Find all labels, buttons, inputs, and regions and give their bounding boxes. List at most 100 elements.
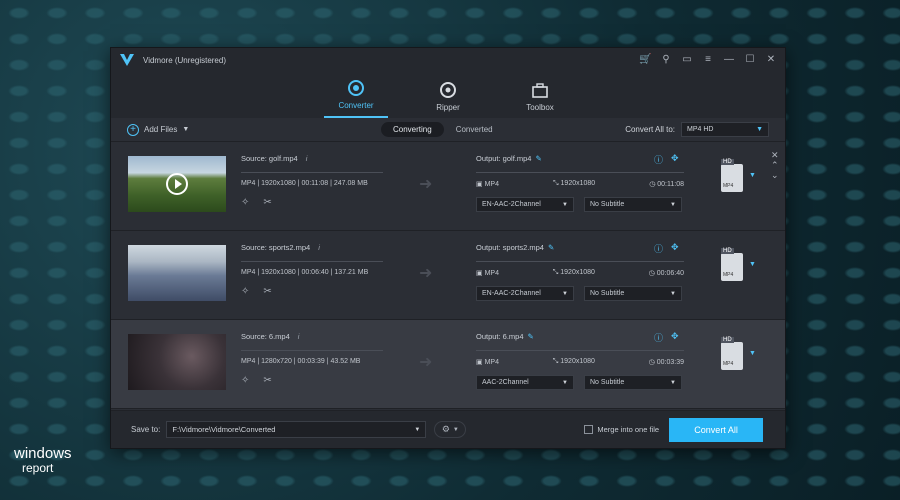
compress-icon[interactable]: ✥ bbox=[671, 153, 679, 166]
divider bbox=[241, 261, 383, 262]
edit-icon[interactable]: ✎ bbox=[528, 332, 534, 341]
format-badge-icon[interactable]: HD MP4 bbox=[721, 248, 743, 281]
source-name: Source: golf.mp4 i bbox=[241, 154, 307, 163]
subtitle-select[interactable]: No Subtitle ▼ bbox=[584, 197, 682, 212]
chevron-down-icon[interactable]: ▼ bbox=[749, 261, 756, 268]
convert-all-button[interactable]: Convert All bbox=[669, 417, 764, 442]
gear-icon: ⚙ bbox=[441, 424, 450, 434]
scissors-icon[interactable]: ✂ bbox=[263, 197, 271, 208]
magic-wand-icon[interactable]: ✧ bbox=[241, 375, 249, 386]
watermark-line1: windows bbox=[14, 445, 72, 462]
remove-icon[interactable]: ✕ bbox=[771, 150, 779, 160]
hd-label: HD bbox=[721, 159, 734, 165]
video-thumbnail[interactable] bbox=[128, 156, 226, 212]
arrow-right-icon: ➜ bbox=[419, 354, 433, 371]
info-circle-icon[interactable]: ⓘ bbox=[654, 242, 663, 255]
scissors-icon[interactable]: ✂ bbox=[263, 286, 271, 297]
chevron-down-icon[interactable]: ▼ bbox=[182, 126, 189, 133]
maximize-icon[interactable]: ☐ bbox=[744, 54, 756, 66]
add-files-label: Add Files bbox=[144, 125, 178, 134]
convert-all-format-value: MP4 HD bbox=[687, 126, 714, 133]
checkbox-icon[interactable] bbox=[584, 425, 594, 434]
convert-all-format-select[interactable]: MP4 HD ▼ bbox=[681, 122, 769, 137]
source-meta: MP4 | 1920x1080 | 00:06:40 | 137.21 MB bbox=[241, 269, 369, 276]
output-label: Output: sports2.mp4 bbox=[476, 243, 544, 252]
compress-icon[interactable]: ✥ bbox=[671, 331, 679, 344]
tab-ripper[interactable]: Ripper bbox=[416, 81, 480, 118]
format-value: MP4 bbox=[484, 270, 499, 277]
source-meta: MP4 | 1920x1080 | 00:11:08 | 247.08 MB bbox=[241, 180, 368, 187]
audio-track-value: AAC-2Channel bbox=[482, 379, 529, 386]
audio-track-select[interactable]: EN-AAC-2Channel ▼ bbox=[476, 286, 574, 301]
edit-icon[interactable]: ✎ bbox=[535, 154, 541, 163]
menu-icon[interactable]: ≡ bbox=[702, 54, 714, 66]
track-selectors: EN-AAC-2Channel ▼ No Subtitle ▼ bbox=[476, 286, 682, 301]
output-name: Output: golf.mp4 ✎ bbox=[476, 154, 542, 163]
key-icon[interactable]: ⚲ bbox=[660, 54, 672, 66]
hd-label: HD bbox=[721, 337, 734, 343]
output-name: Output: 6.mp4 ✎ bbox=[476, 332, 534, 341]
output-actions: ⓘ ✥ bbox=[654, 331, 679, 344]
close-icon[interactable]: ✕ bbox=[765, 54, 777, 66]
file-row[interactable]: Source: golf.mp4 i MP4 | 1920x1080 | 00:1… bbox=[111, 142, 785, 231]
duration-value: 00:03:39 bbox=[656, 359, 684, 366]
audio-track-value: EN-AAC-2Channel bbox=[482, 201, 541, 208]
save-path-select[interactable]: F:\Vidmore\Vidmore\Converted ▼ bbox=[166, 421, 427, 438]
watermark-line2: report bbox=[22, 461, 54, 475]
info-circle-icon[interactable]: ⓘ bbox=[654, 153, 663, 166]
compress-icon[interactable]: ✥ bbox=[671, 242, 679, 255]
chevron-down-icon[interactable]: ▼ bbox=[749, 350, 756, 357]
output-specs: ▣ MP4 ⤡ 1920x1080 ◷ 00:11:08 bbox=[476, 180, 684, 188]
magic-wand-icon[interactable]: ✧ bbox=[241, 286, 249, 297]
feedback-icon[interactable]: ▭ bbox=[681, 54, 693, 66]
main-nav: Converter Ripper Toolbox bbox=[111, 72, 785, 118]
info-circle-icon[interactable]: ⓘ bbox=[654, 331, 663, 344]
audio-track-select[interactable]: EN-AAC-2Channel ▼ bbox=[476, 197, 574, 212]
audio-track-value: EN-AAC-2Channel bbox=[482, 290, 541, 297]
converter-icon bbox=[348, 80, 364, 96]
play-icon[interactable] bbox=[166, 173, 188, 195]
toolbar: + Add Files ▼ Converting Converted Conve… bbox=[111, 118, 785, 142]
info-icon[interactable]: i bbox=[298, 332, 300, 341]
file-row[interactable]: Source: sports2.mp4 i MP4 | 1920x1080 | 0… bbox=[111, 231, 785, 320]
chevron-up-icon[interactable]: ⌃ bbox=[771, 160, 779, 170]
mp4-label: MP4 bbox=[723, 361, 734, 367]
chevron-down-icon[interactable]: ▼ bbox=[749, 172, 756, 179]
info-icon[interactable]: i bbox=[306, 154, 308, 163]
chevron-down-icon[interactable]: ⌄ bbox=[771, 170, 779, 180]
subtitle-value: No Subtitle bbox=[590, 290, 625, 297]
format-badge-icon[interactable]: HD MP4 bbox=[721, 159, 743, 192]
resolution-value: 1920x1080 bbox=[560, 269, 595, 276]
add-files-button[interactable]: + Add Files ▼ bbox=[127, 123, 189, 136]
cart-icon[interactable]: 🛒 bbox=[639, 54, 651, 66]
minimize-icon[interactable]: — bbox=[723, 54, 735, 66]
subtitle-value: No Subtitle bbox=[590, 379, 625, 386]
subtitle-select[interactable]: No Subtitle ▼ bbox=[584, 286, 682, 301]
merge-checkbox[interactable]: Merge into one file bbox=[584, 425, 659, 434]
app-window: Vidmore (Unregistered) 🛒 ⚲ ▭ ≡ — ☐ ✕ Con… bbox=[110, 47, 786, 449]
tab-converter[interactable]: Converter bbox=[324, 79, 388, 118]
tab-ripper-label: Ripper bbox=[436, 103, 460, 112]
output-actions: ⓘ ✥ bbox=[654, 153, 679, 166]
audio-track-select[interactable]: AAC-2Channel ▼ bbox=[476, 375, 574, 390]
edit-tools: ✧ ✂ bbox=[241, 375, 272, 386]
magic-wand-icon[interactable]: ✧ bbox=[241, 197, 249, 208]
video-thumbnail[interactable] bbox=[128, 245, 226, 301]
edit-icon[interactable]: ✎ bbox=[548, 243, 554, 252]
file-row[interactable]: Source: 6.mp4 i MP4 | 1280x720 | 00:03:39… bbox=[111, 320, 785, 409]
subtitle-select[interactable]: No Subtitle ▼ bbox=[584, 375, 682, 390]
info-icon[interactable]: i bbox=[318, 243, 320, 252]
settings-button[interactable]: ⚙ ▼ bbox=[434, 421, 467, 438]
tab-toolbox[interactable]: Toolbox bbox=[508, 81, 572, 118]
track-selectors: AAC-2Channel ▼ No Subtitle ▼ bbox=[476, 375, 682, 390]
tab-converting[interactable]: Converting bbox=[381, 122, 444, 137]
duration-spec: ◷ 00:11:08 bbox=[649, 181, 684, 188]
scissors-icon[interactable]: ✂ bbox=[263, 375, 271, 386]
footer-bar: Save to: F:\Vidmore\Vidmore\Converted ▼ … bbox=[111, 410, 785, 448]
source-meta: MP4 | 1280x720 | 00:03:39 | 43.52 MB bbox=[241, 358, 361, 365]
video-thumbnail[interactable] bbox=[128, 334, 226, 390]
divider bbox=[241, 172, 383, 173]
tab-converted[interactable]: Converted bbox=[444, 122, 505, 137]
format-spec: ▣ MP4 bbox=[476, 181, 499, 188]
format-badge-icon[interactable]: HD MP4 bbox=[721, 337, 743, 370]
